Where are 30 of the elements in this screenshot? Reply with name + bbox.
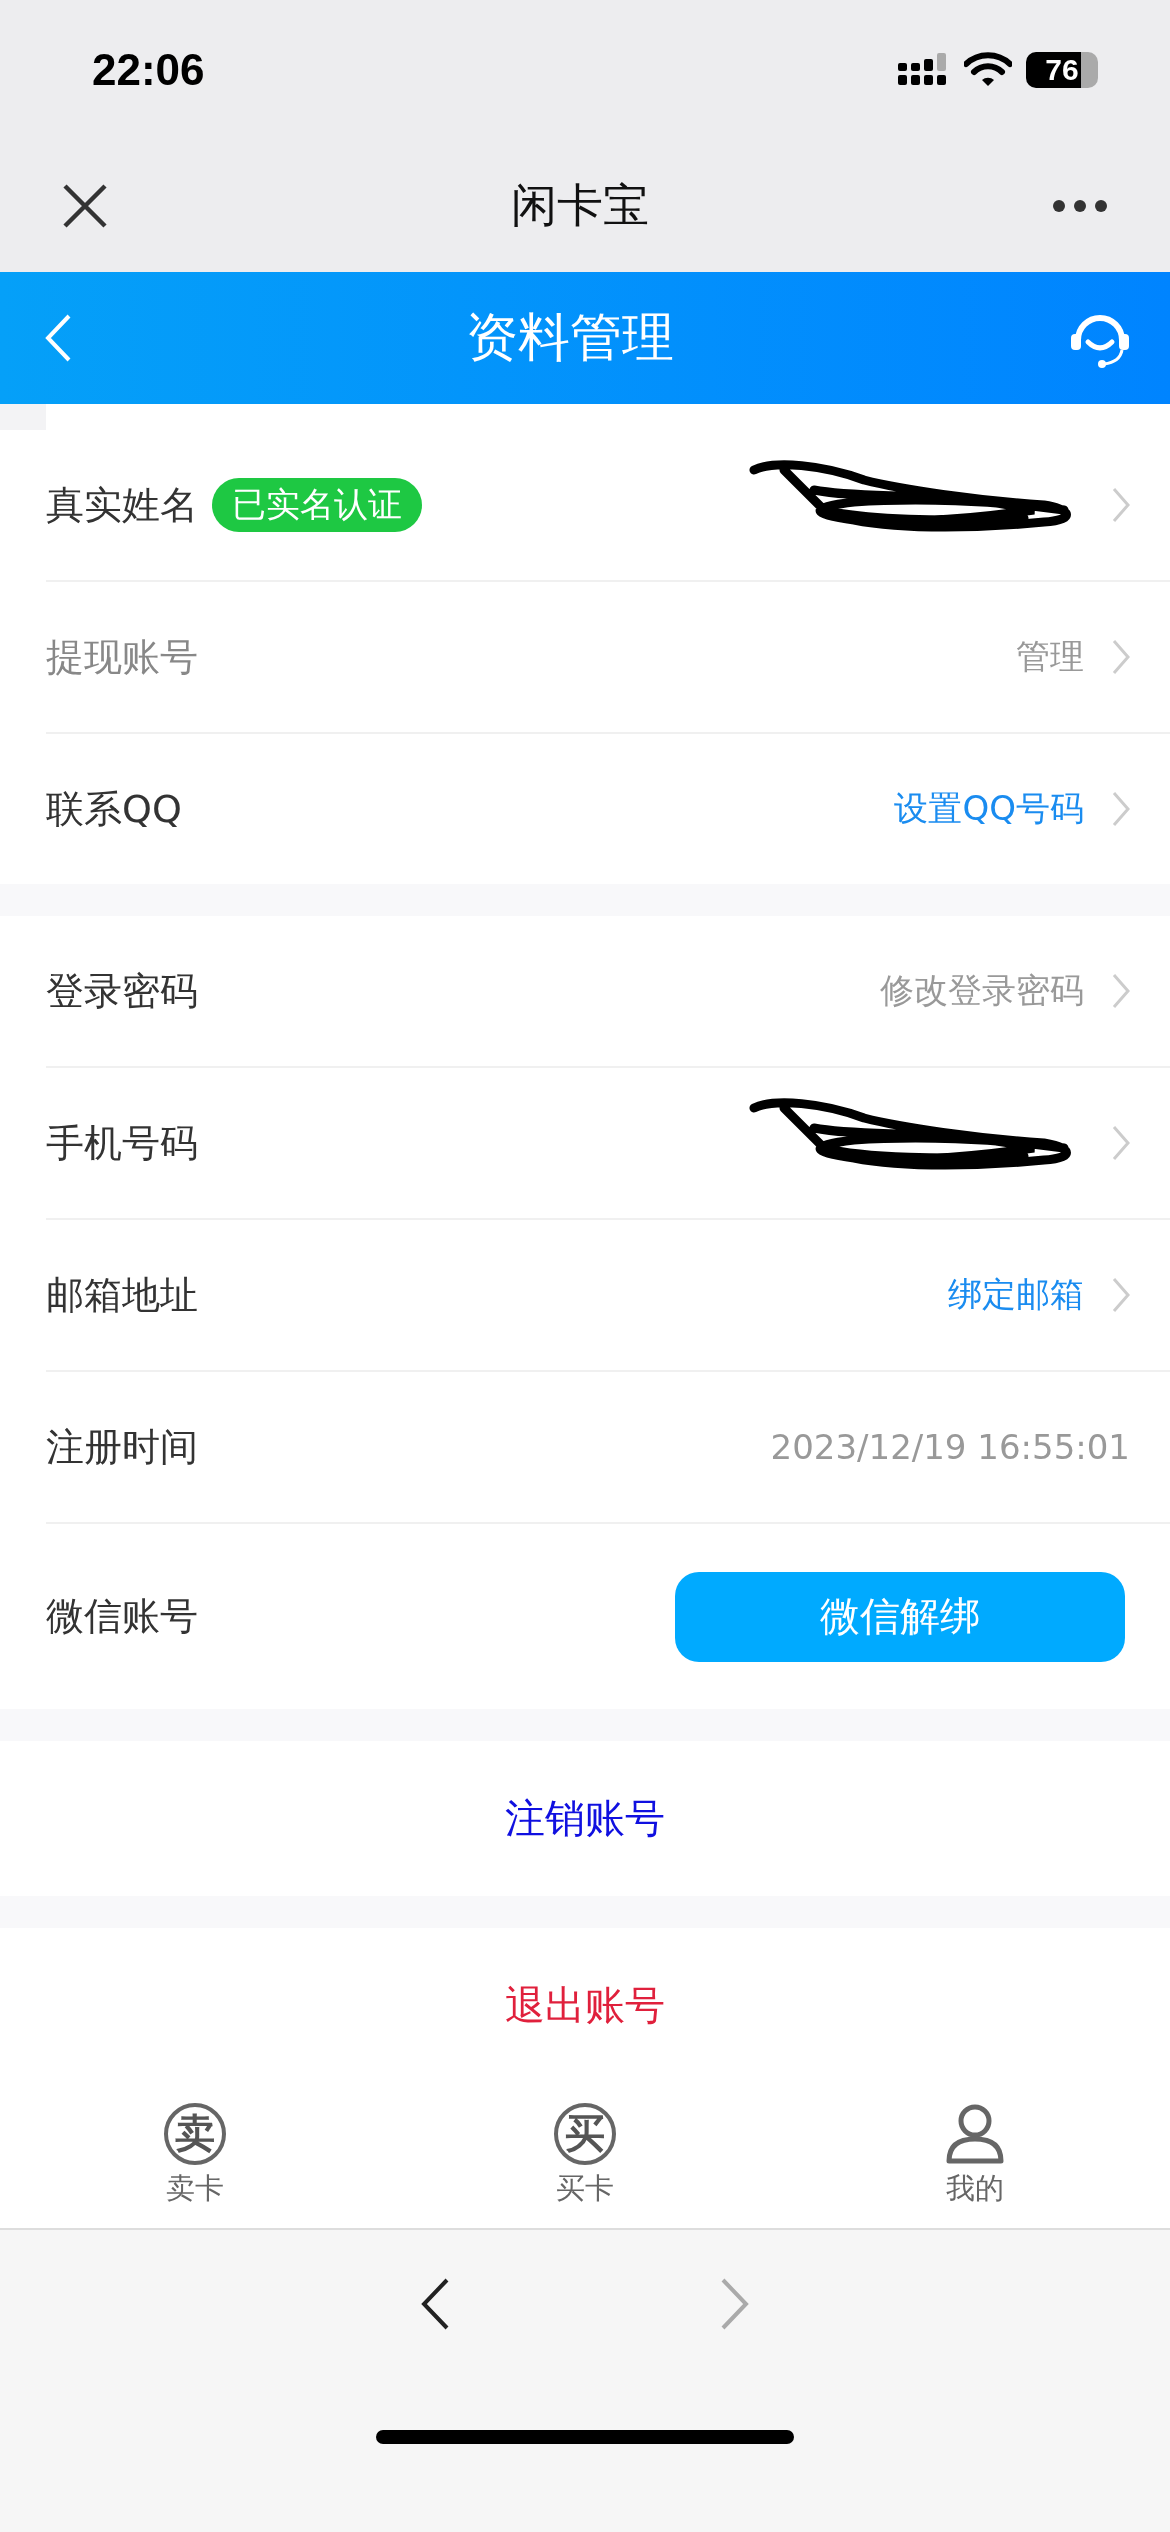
- close-icon[interactable]: [62, 183, 108, 229]
- account-action-link[interactable]: 退出账号: [505, 1978, 665, 2033]
- row-label: 真实姓名: [46, 481, 198, 529]
- row-label: 微信账号: [46, 1593, 198, 1640]
- seal-icon: 买: [554, 2102, 616, 2165]
- row-value: 2023/12/19 16:55:01: [770, 1427, 1130, 1467]
- back-icon[interactable]: [420, 2278, 450, 2330]
- person-icon: [945, 2102, 1005, 2165]
- row-label: 提现账号: [46, 633, 198, 681]
- more-icon[interactable]: [1052, 199, 1108, 213]
- row-value: 管理: [1016, 635, 1084, 678]
- row-label: 邮箱地址: [46, 1271, 198, 1319]
- account-action-link[interactable]: 注销账号: [505, 1791, 665, 1846]
- row-value: 修改登录密码: [880, 969, 1084, 1012]
- row-link[interactable]: 绑定邮箱: [948, 1272, 1084, 1318]
- row-label: 注册时间: [46, 1423, 198, 1471]
- row-label: 联系QQ: [46, 785, 182, 833]
- page-title: 闲卡宝: [511, 177, 649, 234]
- verified-badge: 已实名认证: [212, 478, 422, 532]
- header-title: 资料管理: [466, 306, 674, 369]
- tab-item[interactable]: 卖 卖卡: [0, 2083, 390, 2228]
- row-label: 登录密码: [46, 967, 198, 1015]
- battery-icon: 76: [1026, 52, 1098, 88]
- tab-item[interactable]: 买 买卡: [390, 2083, 780, 2228]
- status-time: 22:06: [92, 45, 205, 95]
- wifi-icon: [964, 52, 1012, 88]
- tab-item[interactable]: 我的: [780, 2083, 1170, 2228]
- seal-icon: 卖: [164, 2102, 226, 2165]
- row-link[interactable]: 设置QQ号码: [894, 786, 1084, 832]
- row-label: 手机号码: [46, 1119, 198, 1167]
